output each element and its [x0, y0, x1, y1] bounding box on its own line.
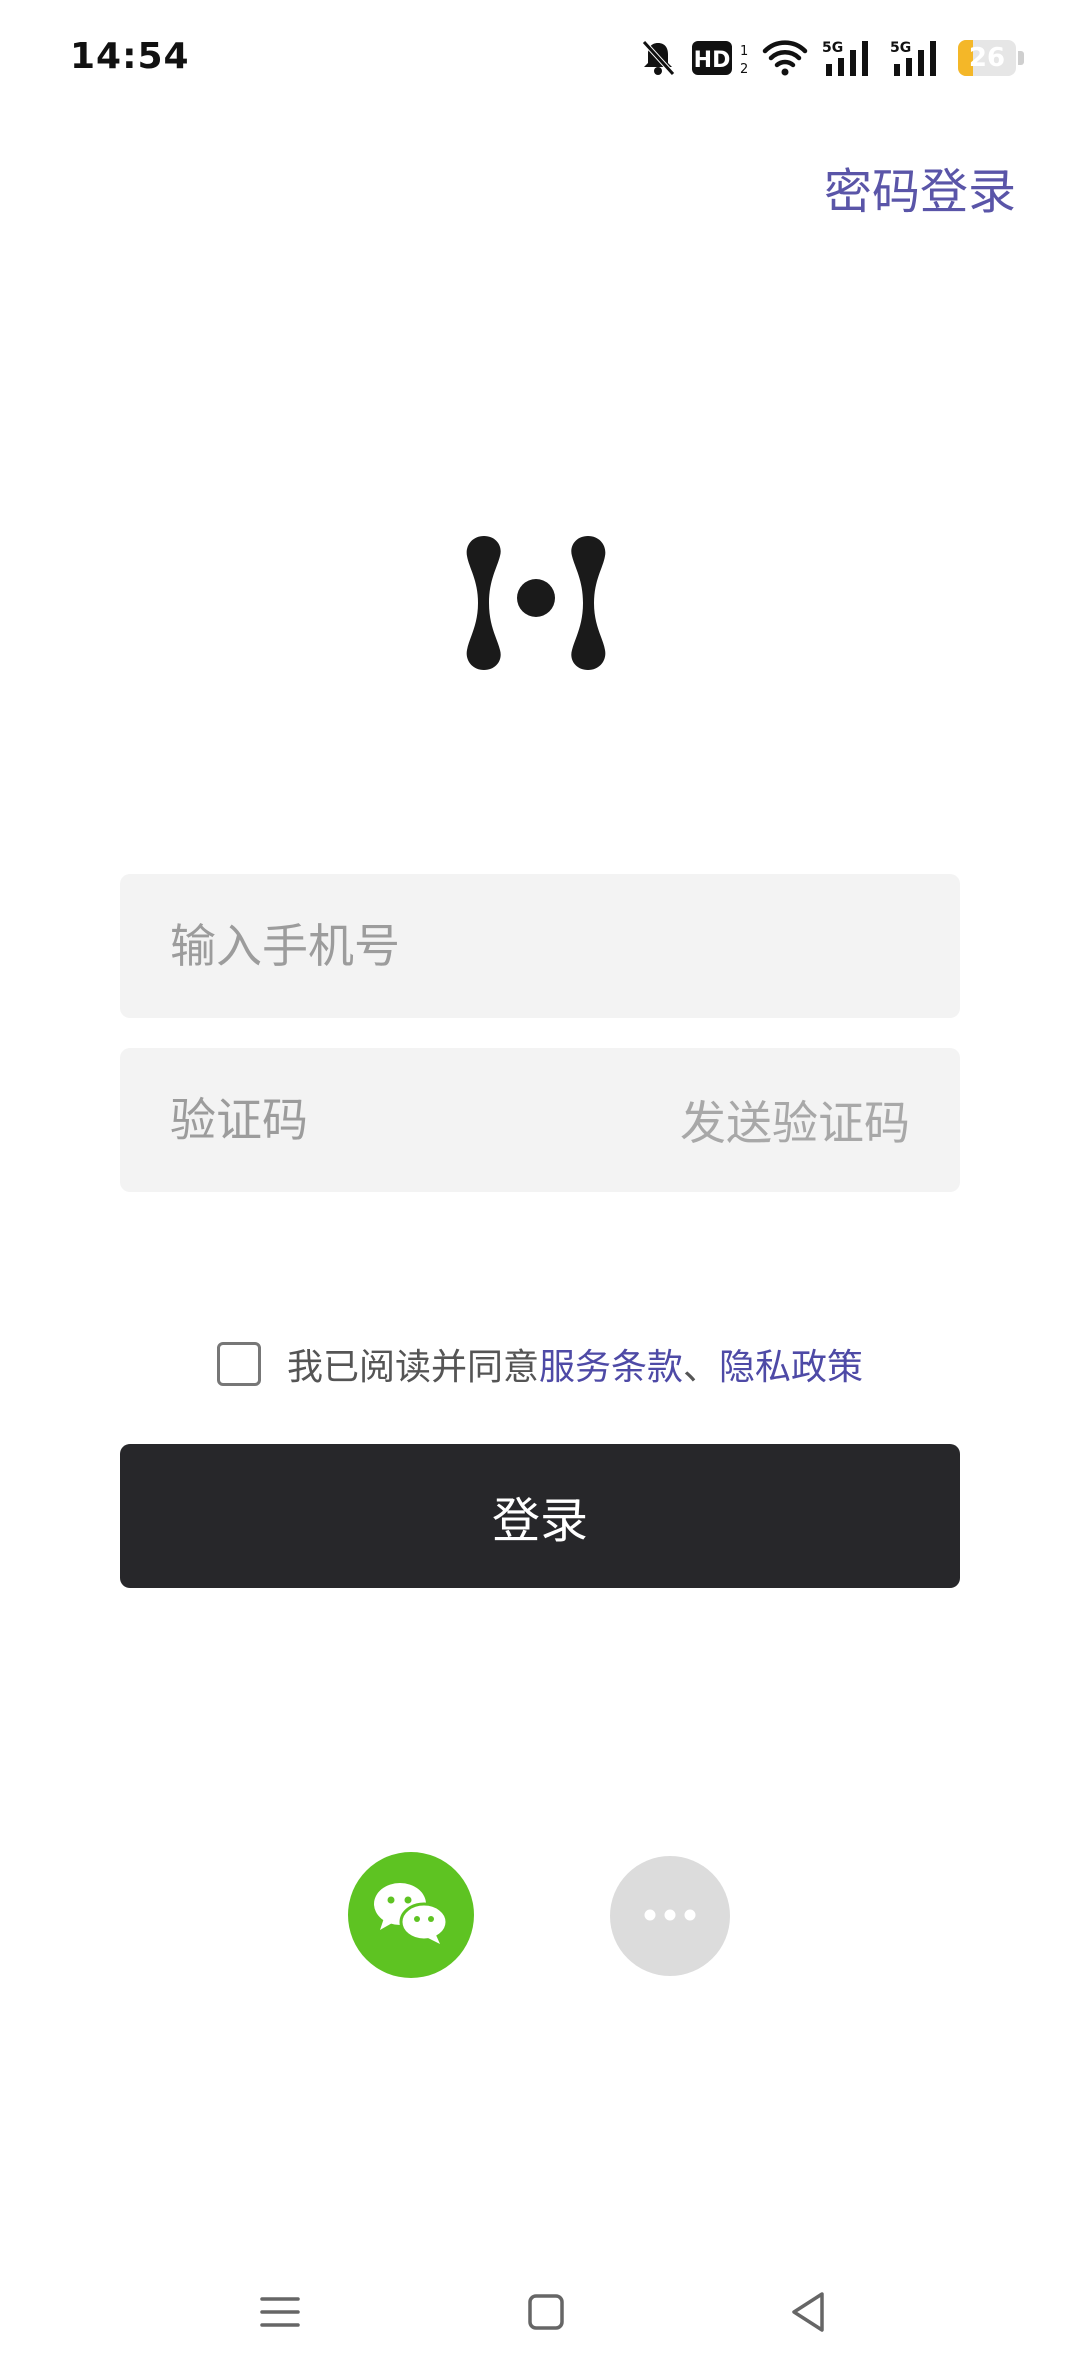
privacy-link[interactable]: 隐私政策: [719, 1338, 863, 1390]
hd-icon: HD 1 2: [692, 39, 748, 77]
terms-link[interactable]: 服务条款: [539, 1338, 683, 1390]
system-nav-bar: [0, 2250, 1080, 2376]
code-field[interactable]: 发送验证码: [120, 1048, 960, 1192]
signal-5g-icon: 5G: [822, 38, 876, 78]
battery-level: 26: [968, 43, 1006, 73]
menu-icon[interactable]: [250, 2282, 310, 2342]
agreement-row: 我已阅读并同意 服务条款 、 隐私政策: [0, 1338, 1080, 1390]
status-time: 14:54: [70, 36, 190, 77]
more-login-button[interactable]: [610, 1856, 730, 1976]
code-input[interactable]: [170, 1093, 680, 1147]
status-bar: 14:54 HD 1 2 5G 5G 26: [0, 0, 1080, 120]
svg-text:1: 1: [740, 44, 748, 59]
battery-icon: 26: [958, 40, 1024, 76]
agreement-separator: 、: [683, 1347, 720, 1388]
wechat-login-button[interactable]: [348, 1852, 474, 1978]
svg-text:2: 2: [740, 62, 748, 77]
bell-muted-icon: [638, 38, 678, 78]
back-icon[interactable]: [778, 2282, 838, 2342]
more-icon: [643, 1907, 697, 1926]
wechat-icon: [372, 1880, 450, 1950]
app-logo-icon: [462, 530, 610, 676]
hd-label: HD: [694, 48, 731, 73]
wifi-icon: [762, 39, 808, 77]
login-button[interactable]: 登录: [120, 1444, 960, 1588]
agreement-prefix: 我已阅读并同意: [286, 1347, 539, 1388]
phone-input[interactable]: [170, 919, 910, 973]
status-icons: HD 1 2 5G 5G 26: [638, 36, 1024, 80]
signal-label-1: 5G: [822, 40, 843, 56]
password-login-link[interactable]: 密码登录: [824, 152, 1016, 222]
phone-field[interactable]: [120, 874, 960, 1018]
agreement-checkbox[interactable]: [216, 1342, 261, 1386]
send-code-button[interactable]: 发送验证码: [680, 1087, 910, 1153]
signal-label-2: 5G: [890, 40, 911, 56]
home-icon[interactable]: [516, 2282, 576, 2342]
signal-5g-icon: 5G: [890, 38, 944, 78]
